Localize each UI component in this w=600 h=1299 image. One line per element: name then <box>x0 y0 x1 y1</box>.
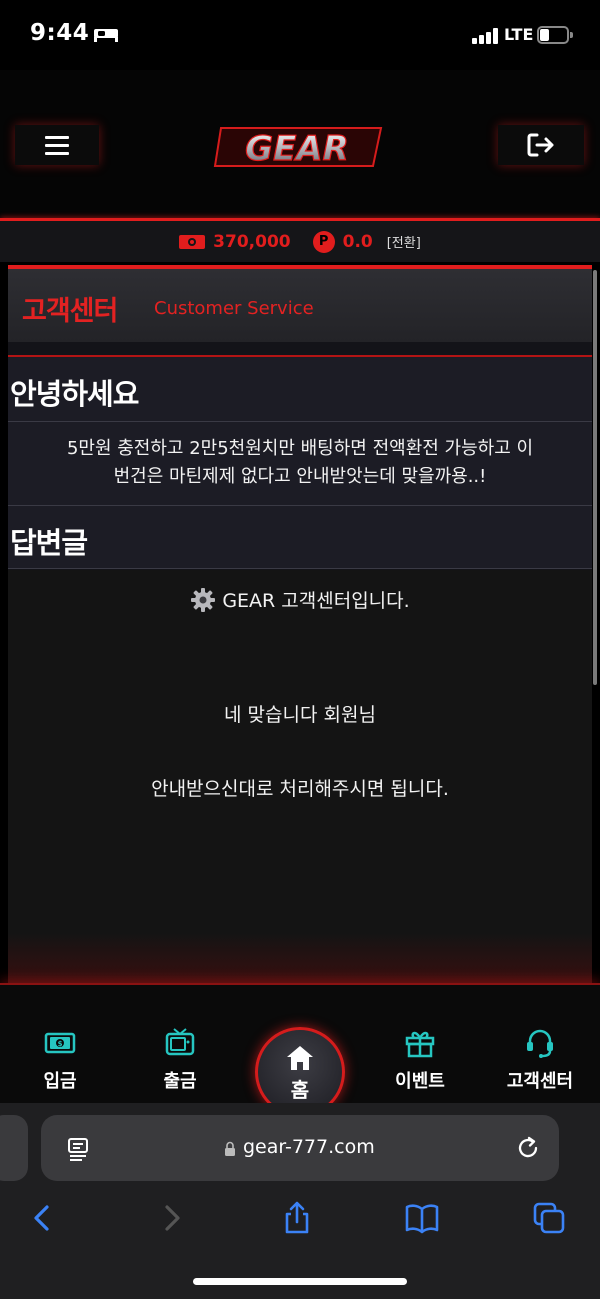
home-icon <box>287 1046 313 1070</box>
back-icon[interactable] <box>26 1201 60 1235</box>
tabs-icon[interactable] <box>532 1201 566 1235</box>
question-body: 5만원 충전하고 2만5천원치만 배팅하면 전액환전 가능하고 이 번건은 마틴… <box>8 435 592 491</box>
nav-label: 고객센터 <box>506 1071 574 1092</box>
reload-icon[interactable] <box>515 1135 541 1161</box>
bookmarks-icon[interactable] <box>405 1201 439 1235</box>
gear-icon <box>191 587 216 612</box>
network-type: LTE <box>504 25 534 44</box>
nav-label: 홈 <box>290 1078 310 1102</box>
question-title: 안녕하세요 <box>10 377 139 411</box>
divider <box>8 421 592 422</box>
page-title: 고객센터 <box>22 296 118 327</box>
sleep-focus-icon <box>94 29 118 42</box>
status-time: 9:44 <box>30 20 90 46</box>
nav-support[interactable]: 고객센터 <box>490 1027 590 1093</box>
menu-button[interactable] <box>15 125 99 165</box>
content-panel: 고객센터 Customer Service 안녕하세요 5만원 충전하고 2만5… <box>8 265 592 983</box>
answer-line: GEAR 고객센터입니다. <box>8 586 592 613</box>
battery-icon <box>537 26 573 44</box>
hamburger-icon <box>45 135 69 139</box>
address-bar[interactable]: gear-777.com <box>41 1115 559 1181</box>
cellular-signal-icon <box>472 28 500 44</box>
lock-icon <box>225 1141 235 1156</box>
svg-text:GEAR: GEAR <box>245 129 349 169</box>
share-icon[interactable] <box>280 1201 314 1235</box>
question-line: 번건은 마틴제제 없다고 안내받앗는데 맞을까용..! <box>113 466 487 487</box>
withdraw-icon <box>165 1028 195 1056</box>
forward-icon[interactable] <box>154 1201 188 1235</box>
balance-bar: 370,000 P 0.0 [전환] <box>0 221 600 262</box>
previous-tab-edge[interactable] <box>0 1115 28 1181</box>
deposit-icon: $ <box>44 1032 76 1054</box>
question-line: 5만원 충전하고 2만5천원치만 배팅하면 전액환전 가능하고 이 <box>66 438 534 459</box>
page-header: 고객센터 Customer Service <box>8 265 592 342</box>
nav-label: 출금 <box>163 1071 197 1092</box>
point-balance: 0.0 <box>342 231 373 252</box>
browser-toolbar: gear-777.com <box>0 1103 600 1299</box>
answer-glow <box>8 933 592 983</box>
svg-text:$: $ <box>58 1040 63 1048</box>
headset-icon <box>527 1029 553 1058</box>
home-indicator[interactable] <box>193 1278 407 1285</box>
logout-button[interactable] <box>498 125 584 165</box>
money-balance: 370,000 <box>213 231 291 252</box>
question-section: 안녕하세요 5만원 충전하고 2만5천원치만 배팅하면 전액환전 가능하고 이 … <box>8 355 592 505</box>
nav-event[interactable]: 이벤트 <box>370 1027 470 1093</box>
nav-withdraw[interactable]: 출금 <box>130 1027 230 1093</box>
bottom-nav: $ 입금 출금 홈 이벤트 고객센터 <box>0 983 600 1117</box>
cash-icon <box>179 234 206 249</box>
answer-greeting: GEAR 고객센터입니다. <box>222 590 410 612</box>
page-subtitle: Customer Service <box>154 298 314 319</box>
nav-label: 입금 <box>43 1071 77 1092</box>
answer-line: 안내받으신대로 처리해주시면 됩니다. <box>151 778 449 800</box>
logout-icon <box>527 133 554 157</box>
answer-line: 네 맞습니다 회원님 <box>224 704 376 726</box>
status-bar: 9:44 LTE <box>0 0 600 70</box>
nav-label: 이벤트 <box>395 1071 445 1092</box>
site-header: GEAR <box>0 70 600 218</box>
answer-body: GEAR 고객센터입니다. 네 맞습니다 회원님 안내받으신대로 처리해주시면 … <box>8 570 592 983</box>
nav-deposit[interactable]: $ 입금 <box>10 1027 110 1093</box>
answer-header: 답변글 <box>8 505 592 569</box>
page-scrollbar[interactable] <box>593 270 597 685</box>
gift-icon <box>405 1031 435 1058</box>
page-menu-icon[interactable] <box>67 1137 89 1161</box>
convert-points-link[interactable]: [전환] <box>387 232 421 251</box>
gear-logo[interactable]: GEAR <box>213 122 383 172</box>
point-icon: P <box>312 230 335 253</box>
url-text: gear-777.com <box>243 1136 375 1158</box>
page: 9:44 LTE GEAR 370,000 P 0.0 [전환] 고객센터 Cu… <box>0 0 600 1299</box>
answer-title: 답변글 <box>10 526 88 560</box>
